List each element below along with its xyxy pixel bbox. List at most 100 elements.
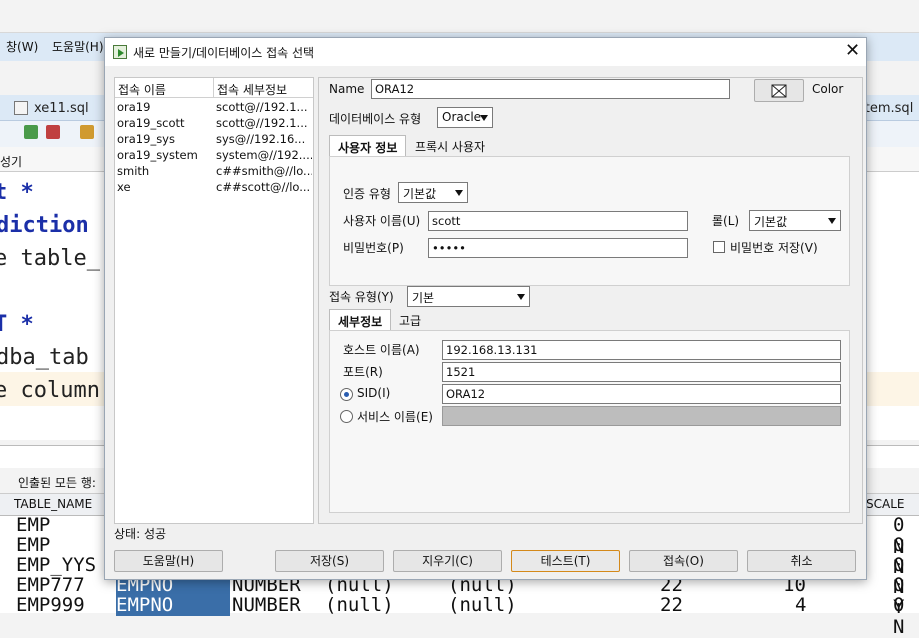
status-text: 상태: 성공 [114,527,167,541]
col-connection-detail[interactable]: 접속 세부정보 [217,81,287,98]
list-item[interactable]: ora19_scott scott@//192.1... [115,115,313,131]
conn-type-label: 접속 유형(Y) [329,290,394,304]
code-line-6: e column [0,378,100,403]
chevron-down-icon [480,115,488,121]
service-name-label: 서비스 이름(E) [357,410,433,424]
column-divider[interactable] [213,78,214,98]
list-item[interactable]: xe c##scott@//lo... [115,179,313,195]
host-label: 호스트 이름(A) [343,343,420,357]
connection-detail: scott@//192.1... [216,100,308,114]
fetched-rows-label: 인출된 모든 행: [18,476,96,490]
connection-name: ora19_scott [117,116,185,130]
code-line-5: dba_tab [0,345,89,370]
col-connection-name[interactable]: 접속 이름 [118,81,166,98]
host-input[interactable]: 192.168.13.131 [442,340,841,360]
name-label: Name [329,82,365,96]
sql-icon[interactable] [80,125,94,139]
menu-help[interactable]: 도움말(H) [52,38,104,55]
cancel-button[interactable]: 취소 [747,550,856,572]
color-picker-button[interactable] [754,79,804,102]
close-icon[interactable]: ✕ [845,41,860,61]
conn-type-value: 기본 [412,291,435,305]
connection-list[interactable]: 접속 이름 접속 세부정보 ora19 scott@//192.1... ora1… [114,77,314,524]
connection-name: ora19_sys [117,132,175,146]
connection-detail: c##scott@//lo... [216,180,311,194]
connection-properties: Name ORA12 Color 데이터베이스 유형 Oracle 사용자 정보… [318,77,863,524]
service-name-input [442,406,841,426]
db-type-label: 데이터베이스 유형 [329,112,422,126]
connect-button[interactable]: 접속(O) [629,550,738,572]
cell-table-name: EMP_YYS [16,554,97,576]
test-button[interactable]: 테스트(T) [511,550,620,572]
list-item[interactable]: ora19 scott@//192.1... [115,99,313,115]
connection-name: xe [117,180,131,194]
color-label: Color [812,82,844,96]
auth-type-label: 인증 유형 [343,187,391,201]
tab-user-info[interactable]: 사용자 정보 [329,135,407,157]
cell-table-name: EMP777 [16,574,85,596]
connection-list-header: 접속 이름 접속 세부정보 [115,78,313,98]
sid-label: SID(I) [357,386,391,400]
save-password-checkbox[interactable] [713,241,725,253]
db-type-select[interactable]: Oracle [437,107,493,128]
sid-input[interactable]: ORA12 [442,384,841,404]
cell-table-name: EMP [16,534,51,556]
dialog-titlebar[interactable]: 새로 만들기/데이터베이스 접속 선택 ✕ [105,38,866,66]
port-input[interactable]: 1521 [442,362,841,382]
connection-name-input[interactable]: ORA12 [371,79,730,99]
chevron-down-icon [517,294,525,300]
code-line-1: t * [0,180,34,205]
cell-table-name: EMP [16,514,51,536]
conn-type-select[interactable]: 기본 [407,286,530,307]
list-item[interactable]: ora19_sys sys@//192.16... [115,131,313,147]
dialog-title: 새로 만들기/데이터베이스 접속 선택 [133,46,315,60]
username-label: 사용자 이름(U) [343,214,421,228]
db-type-value: Oracle [442,110,482,124]
connection-detail: c##smith@//lo... [216,164,312,178]
service-name-radio[interactable] [340,410,353,423]
col-header-table-name[interactable]: TABLE_NAME [14,497,92,511]
tab-proxy-user[interactable]: 프록시 사용자 [407,135,493,157]
connection-detail: system@//192.... [216,148,312,162]
code-line-4: T * [0,312,34,337]
role-value: 기본값 [754,215,788,229]
commit-icon[interactable] [46,125,60,139]
list-item[interactable]: ora19_system system@//192.... [115,147,313,163]
run-icon[interactable] [24,125,38,139]
menu-window[interactable]: 창(W) [6,38,38,55]
connection-detail: scott@//192.1... [216,116,308,130]
help-button[interactable]: 도움말(H) [114,550,223,572]
clear-button[interactable]: 지우기(C) [393,550,502,572]
role-select[interactable]: 기본값 [749,210,841,231]
color-swatch-icon [771,84,787,98]
password-input[interactable]: ••••• [428,238,688,258]
tab-details[interactable]: 세부정보 [329,309,392,331]
subtab-builder[interactable]: 성기 [0,153,22,170]
auth-type-value: 기본값 [403,187,437,201]
sql-developer-icon [113,45,127,59]
tab-xe11-sql[interactable]: xe11.sql [34,101,89,116]
connection-name: ora19_system [117,148,198,162]
chevron-down-icon [828,218,836,224]
save-button[interactable]: 저장(S) [275,550,384,572]
code-line-3: e table_ [0,246,100,271]
save-password-label: 비밀번호 저장(V) [730,241,818,255]
code-line-2: diction [0,213,89,238]
role-label: 롤(L) [712,214,740,228]
tab-advanced[interactable]: 고급 [391,309,429,331]
col-header-scale[interactable]: SCALE [866,497,904,511]
password-label: 비밀번호(P) [343,241,404,255]
cell-scale: 0 N [893,594,905,638]
connection-detail: sys@//192.16... [216,132,306,146]
username-input[interactable]: scott [428,211,688,231]
ide-title-area [0,0,919,33]
new-connection-dialog: 새로 만들기/데이터베이스 접속 선택 ✕ 접속 이름 접속 세부정보 ora1… [104,37,867,580]
sql-file-icon [14,101,28,115]
sid-radio[interactable] [340,388,353,401]
auth-type-select[interactable]: 기본값 [398,182,468,203]
table-row[interactable]: EMP999 EMPNO NUMBER (null) (null) 22 4 0… [0,594,919,638]
chevron-down-icon [455,190,463,196]
port-label: 포트(R) [343,365,383,379]
connection-name: smith [117,164,150,178]
list-item[interactable]: smith c##smith@//lo... [115,163,313,179]
